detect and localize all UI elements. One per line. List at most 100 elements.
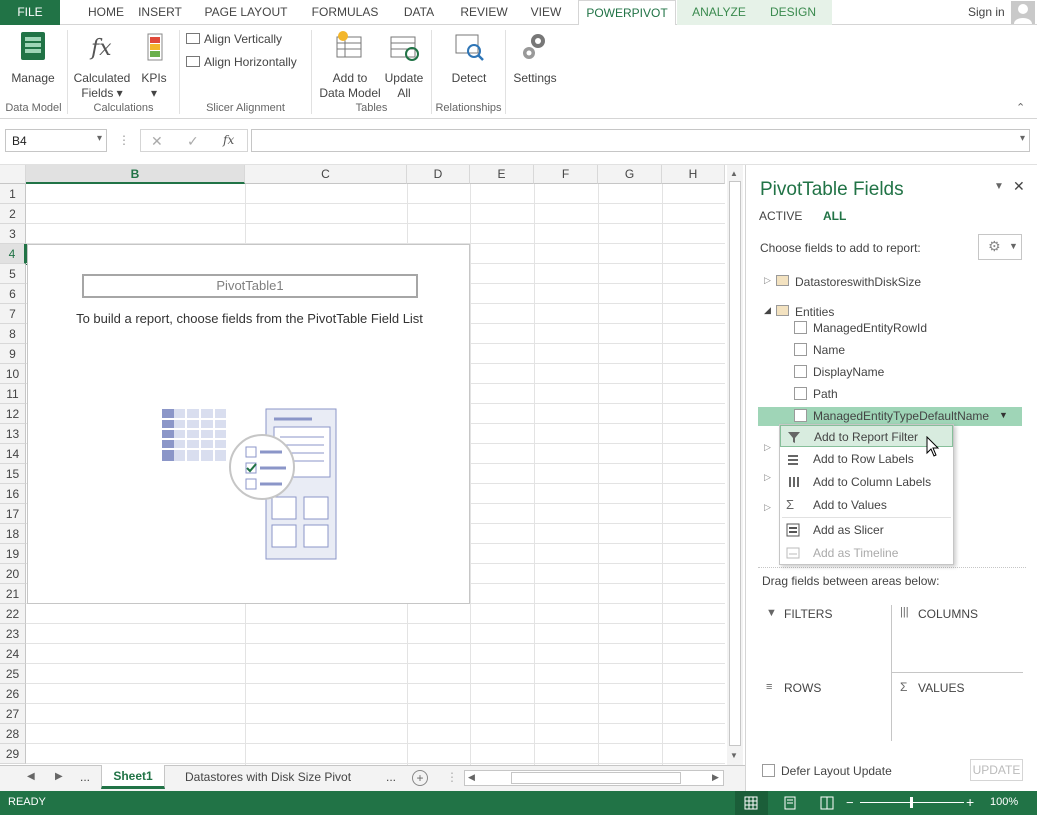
- column-header-g[interactable]: G: [598, 165, 662, 184]
- page-break-view-icon[interactable]: [820, 796, 834, 810]
- area-filters[interactable]: FILTERS: [784, 607, 832, 621]
- cancel-icon[interactable]: ✕: [151, 133, 163, 150]
- field-managedentitytypedefaultname[interactable]: ManagedEntityTypeDefaultName: [813, 409, 989, 423]
- align-horizontally-button[interactable]: Align Horizontally: [186, 55, 297, 70]
- menu-add-to-values[interactable]: Σ Add to Values: [780, 494, 953, 516]
- vertical-scrollbar[interactable]: ▲ ▼: [727, 165, 743, 765]
- row-header[interactable]: 4: [0, 244, 26, 264]
- zoom-in-icon[interactable]: +: [966, 794, 974, 810]
- add-to-data-model-button[interactable]: Add to Data Model: [316, 29, 384, 101]
- scroll-down-icon[interactable]: ▼: [730, 751, 738, 760]
- table-datastores[interactable]: DatastoreswithDiskSize: [795, 275, 921, 289]
- vertical-scroll-thumb[interactable]: [729, 181, 741, 746]
- more-sheets-left[interactable]: ...: [80, 770, 90, 784]
- horizontal-scroll-thumb[interactable]: [511, 772, 681, 784]
- area-columns[interactable]: COLUMNS: [918, 607, 978, 621]
- expand-icon[interactable]: ▷: [764, 502, 771, 513]
- detect-button[interactable]: Detect: [446, 29, 492, 86]
- name-box-dropdown-icon[interactable]: ▾: [97, 133, 102, 144]
- expand-formula-icon[interactable]: ▾: [1020, 133, 1025, 144]
- tab-analyze[interactable]: ANALYZE: [684, 0, 754, 25]
- horizontal-scrollbar[interactable]: ◀ ▶: [464, 770, 724, 786]
- row-header[interactable]: 14: [0, 444, 26, 464]
- collapse-icon[interactable]: ◢: [764, 305, 771, 316]
- row-header[interactable]: 18: [0, 524, 26, 544]
- column-header-h[interactable]: H: [662, 165, 725, 184]
- tab-view[interactable]: VIEW: [524, 0, 568, 25]
- column-header-b[interactable]: B: [26, 165, 245, 184]
- sign-in-link[interactable]: Sign in: [968, 0, 1005, 25]
- update-all-button[interactable]: Update All: [382, 29, 426, 101]
- row-header[interactable]: 19: [0, 544, 26, 564]
- checkbox-name[interactable]: [794, 343, 807, 356]
- row-header[interactable]: 21: [0, 584, 26, 604]
- tab-formulas[interactable]: FORMULAS: [307, 0, 383, 25]
- tab-page-layout[interactable]: PAGE LAYOUT: [200, 0, 292, 25]
- row-header[interactable]: 12: [0, 404, 26, 424]
- zoom-level[interactable]: 100%: [990, 796, 1018, 808]
- normal-view-button[interactable]: [735, 791, 768, 815]
- scroll-right-icon[interactable]: ▶: [712, 772, 719, 783]
- settings-button[interactable]: Settings: [511, 29, 559, 86]
- zoom-slider-thumb[interactable]: [910, 797, 913, 808]
- row-header[interactable]: 2: [0, 204, 26, 224]
- row-header[interactable]: 5: [0, 264, 26, 284]
- row-header[interactable]: 8: [0, 324, 26, 344]
- row-header[interactable]: 16: [0, 484, 26, 504]
- prev-sheet-icon[interactable]: ◀: [27, 771, 35, 782]
- expand-icon[interactable]: ▷: [764, 472, 771, 483]
- checkbox-displayname[interactable]: [794, 365, 807, 378]
- enter-check-icon[interactable]: ✓: [187, 133, 199, 150]
- select-all-corner[interactable]: [0, 165, 26, 184]
- scroll-up-icon[interactable]: ▲: [730, 169, 738, 178]
- row-header[interactable]: 11: [0, 384, 26, 404]
- tab-active[interactable]: ACTIVE: [759, 209, 802, 223]
- row-header[interactable]: 3: [0, 224, 26, 244]
- field-displayname[interactable]: DisplayName: [813, 365, 884, 379]
- row-header[interactable]: 25: [0, 664, 26, 684]
- column-header-c[interactable]: C: [245, 165, 407, 184]
- row-header[interactable]: 1: [0, 184, 26, 204]
- table-entities[interactable]: Entities: [795, 305, 834, 319]
- tab-powerpivot[interactable]: POWERPIVOT: [578, 0, 676, 26]
- more-sheets-right[interactable]: ...: [386, 770, 396, 784]
- expand-icon[interactable]: ▷: [764, 275, 771, 286]
- insert-function-icon[interactable]: fx: [223, 133, 234, 147]
- tab-data[interactable]: DATA: [396, 0, 442, 25]
- field-dropdown-icon[interactable]: ▼: [999, 410, 1008, 420]
- row-header[interactable]: 24: [0, 644, 26, 664]
- field-managedentityrowid[interactable]: ManagedEntityRowId: [813, 321, 927, 335]
- page-layout-view-icon[interactable]: [783, 796, 797, 810]
- field-name[interactable]: Name: [813, 343, 845, 357]
- field-path[interactable]: Path: [813, 387, 838, 401]
- pivot-table-placeholder[interactable]: PivotTable1 To build a report, choose fi…: [27, 244, 470, 604]
- row-header[interactable]: 29: [0, 744, 26, 764]
- user-avatar-icon[interactable]: [1011, 1, 1035, 24]
- checkbox-managedentitytypedefaultname[interactable]: [794, 409, 807, 422]
- row-header[interactable]: 22: [0, 604, 26, 624]
- calculated-fields-button[interactable]: fx Calculated Fields ▾: [70, 29, 134, 101]
- update-button[interactable]: UPDATE: [970, 759, 1023, 781]
- column-header-e[interactable]: E: [470, 165, 534, 184]
- column-header-d[interactable]: D: [407, 165, 470, 184]
- column-header-f[interactable]: F: [534, 165, 598, 184]
- area-values[interactable]: VALUES: [918, 681, 964, 695]
- formula-input[interactable]: ▾: [251, 129, 1030, 152]
- close-pane-icon[interactable]: ✕: [1013, 178, 1025, 195]
- row-header[interactable]: 26: [0, 684, 26, 704]
- row-header[interactable]: 23: [0, 624, 26, 644]
- row-header[interactable]: 28: [0, 724, 26, 744]
- checkbox-managedentityrowid[interactable]: [794, 321, 807, 334]
- collapse-ribbon-icon[interactable]: ⌃: [1016, 101, 1025, 114]
- tab-insert[interactable]: INSERT: [135, 0, 185, 25]
- row-header[interactable]: 15: [0, 464, 26, 484]
- tab-file[interactable]: FILE: [0, 0, 60, 25]
- tab-split-grip-icon[interactable]: ⋮: [446, 770, 458, 784]
- next-sheet-icon[interactable]: ▶: [55, 771, 63, 782]
- menu-add-as-slicer[interactable]: Add as Slicer: [780, 519, 953, 541]
- row-header[interactable]: 10: [0, 364, 26, 384]
- checkbox-path[interactable]: [794, 387, 807, 400]
- tab-review[interactable]: REVIEW: [456, 0, 512, 25]
- row-header[interactable]: 13: [0, 424, 26, 444]
- zoom-out-icon[interactable]: −: [846, 795, 854, 810]
